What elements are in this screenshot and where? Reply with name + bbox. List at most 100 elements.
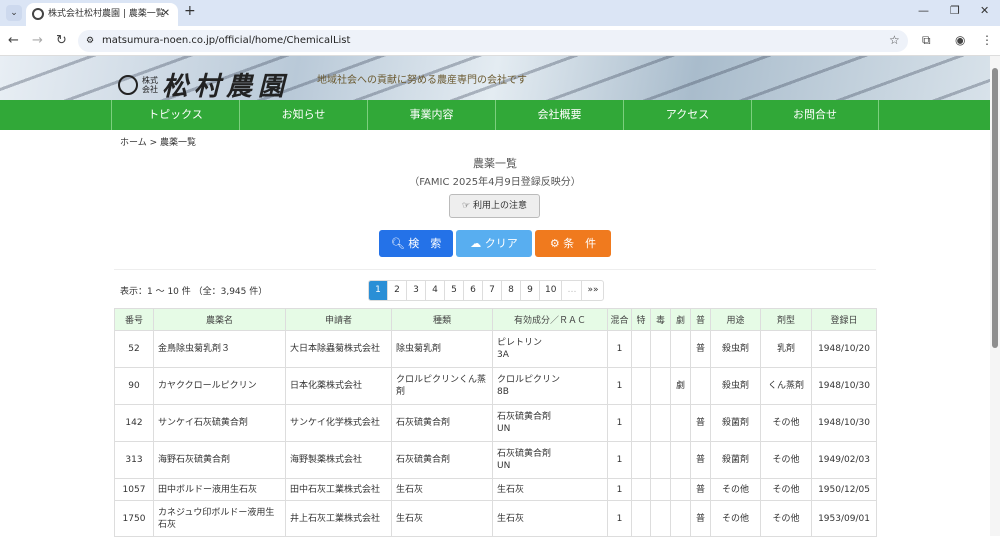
cell-ingredient: クロルピクリン 8B (492, 367, 608, 405)
cell-date-text: 1950/12/05 (818, 484, 870, 495)
cell-deleterious-text: 劇 (675, 381, 685, 391)
cell-rac: UN (497, 424, 511, 434)
cell-name[interactable]: カネジュウ印ボルドー液用生石灰 (153, 500, 286, 537)
table-row[interactable]: 90 カヤククロールピクリン 日本化薬株式会社 クロルピクリンくん蒸剤 クロルピクリン 8… (114, 367, 877, 405)
cell-name[interactable]: 田中ボルドー液用生石灰 (153, 478, 286, 501)
page-8[interactable]: 8 (502, 281, 521, 300)
table-row[interactable]: 142 サンケイ石灰硫黄合剤 サンケイ化学株式会社 石灰硫黄合剤 石灰硫黄合剤 UN 1 普殺… (114, 404, 877, 442)
cell-form: その他 (760, 441, 812, 479)
page-title: 農薬一覧 (473, 157, 517, 170)
browser-toolbar: ← → ↻ ⚙ matsumura-noen.co.jp/official/ho… (0, 26, 1000, 56)
tab-search-button[interactable]: ⌄ (6, 5, 22, 21)
browser-tab[interactable]: 株式会社松村農園 | 農薬一覧 ✕ (26, 3, 178, 26)
address-bar[interactable]: ⚙ matsumura-noen.co.jp/official/home/Che… (78, 30, 908, 52)
page-6[interactable]: 6 (464, 281, 483, 300)
site-info-icon[interactable]: ⚙ (86, 30, 94, 52)
nav-company[interactable]: 会社概要 (495, 100, 623, 130)
column-header: 用途 (710, 308, 761, 331)
cell-deleterious (670, 441, 691, 479)
scrollbar[interactable] (990, 56, 1000, 536)
bookmark-star-icon[interactable]: ☆ (889, 33, 900, 47)
cell-applicant: 海野製薬株式会社 (285, 441, 392, 479)
page-1[interactable]: 1 (369, 281, 388, 300)
cell-name[interactable]: 海野石灰硫黄合剤 (153, 441, 286, 479)
cell-poison (650, 367, 671, 405)
page-4[interactable]: 4 (426, 281, 445, 300)
cell-date: 1953/09/01 (811, 500, 877, 537)
table-row[interactable]: 52 金鳥除虫菊乳剤３ 大日本除蟲菊株式会社 除虫菊乳剤 ピレトリン 3A 1 普 殺虫剤 乳剤 1… (114, 330, 877, 368)
cell-mix-text: 1 (616, 381, 623, 391)
minimize-icon[interactable]: — (918, 4, 929, 17)
cell-applicant: 日本化薬株式会社 (285, 367, 392, 405)
page-7[interactable]: 7 (483, 281, 502, 300)
cell-name-text: カネジュウ印ボルドー液用生石灰 (158, 507, 275, 530)
cell-number: 1057 (114, 478, 154, 501)
cell-applicant-text: 日本化薬株式会社 (290, 381, 363, 391)
clear-button[interactable]: ☁ クリア (456, 230, 532, 257)
cell-number: 142 (114, 404, 154, 442)
cell-mix-text: 1 (616, 344, 623, 354)
column-header: 劇 (670, 308, 691, 331)
cell-name[interactable]: カヤククロールピクリン (153, 367, 286, 405)
nav-topics[interactable]: トピックス (111, 100, 239, 130)
cell-form-text: その他 (772, 513, 800, 524)
cell-date: 1949/02/03 (811, 441, 877, 479)
cell-ordinary: 普 (690, 330, 711, 368)
cell-applicant-text: 大日本除蟲菊株式会社 (290, 344, 381, 354)
tab-title: 株式会社松村農園 | 農薬一覧 (48, 9, 165, 19)
forward-icon[interactable]: → (32, 33, 43, 48)
nav-business[interactable]: 事業内容 (367, 100, 495, 130)
scrollbar-thumb[interactable] (992, 68, 998, 348)
page-2[interactable]: 2 (388, 281, 407, 300)
back-icon[interactable]: ← (8, 33, 19, 48)
close-window-icon[interactable]: ✕ (980, 4, 989, 17)
table-row[interactable]: 1057 田中ボルドー液用生石灰 田中石灰工業株式会社 生石灰 生石灰 1 普 その他 その他 1… (114, 478, 877, 501)
cell-form-text: 乳剤 (776, 344, 795, 354)
restore-icon[interactable]: ❐ (950, 4, 960, 17)
cell-mix-text: 1 (616, 455, 623, 465)
company-logo[interactable]: 株式会社 松村農園 (118, 66, 290, 100)
column-header: 普 (690, 308, 711, 331)
conditions-button[interactable]: ⚙ 条 件 (535, 230, 611, 257)
nav-access[interactable]: アクセス (623, 100, 751, 130)
cell-usage-text: 殺菌剤 (721, 418, 749, 428)
last-page[interactable]: »» (582, 281, 603, 300)
search-button[interactable]: 🔍︎ 検 索 (379, 230, 453, 257)
page-10[interactable]: 10 (540, 281, 563, 300)
close-tab-icon[interactable]: ✕ (162, 3, 170, 25)
cell-applicant-text: 田中石灰工業株式会社 (290, 484, 381, 495)
usage-notice-button[interactable]: ☞ 利用上の注意 (449, 194, 540, 218)
breadcrumb[interactable]: ホーム > 農薬一覧 (120, 135, 196, 148)
nav-news[interactable]: お知らせ (239, 100, 367, 130)
table-row[interactable]: 313 海野石灰硫黄合剤 海野製薬株式会社 石灰硫黄合剤 石灰硫黄合剤 UN 1 普殺菌剤 その… (114, 441, 877, 479)
column-header: 登録日 (811, 308, 877, 331)
reload-icon[interactable]: ↻ (56, 33, 67, 48)
cell-name[interactable]: 金鳥除虫菊乳剤３ (153, 330, 286, 368)
cell-name-text: 金鳥除虫菊乳剤３ (158, 344, 231, 354)
new-tab-icon[interactable]: + (184, 3, 196, 19)
cell-name[interactable]: サンケイ石灰硫黄合剤 (153, 404, 286, 442)
table-row[interactable]: 1750 カネジュウ印ボルドー液用生石灰 井上石灰工業株式会社 生石灰 生石灰 1 普 その他… (114, 500, 877, 537)
menu-icon[interactable]: ⋮ (981, 33, 993, 47)
cell-form: その他 (760, 404, 812, 442)
cell-date: 1948/10/30 (811, 367, 877, 405)
cell-mix: 1 (607, 500, 632, 537)
page-9[interactable]: 9 (521, 281, 540, 300)
cell-ingredient-text: 生石灰 (497, 484, 525, 495)
cell-name-text: カヤククロールピクリン (158, 381, 257, 391)
cell-mix-text: 1 (616, 418, 623, 428)
profile-icon[interactable]: ◉ (955, 33, 965, 47)
column-header: 特 (631, 308, 651, 331)
cell-name-text: 田中ボルドー液用生石灰 (158, 484, 258, 495)
column-header: 有効成分／ＲＡＣ (492, 308, 608, 331)
seal-icon (118, 74, 138, 95)
cell-type: 生石灰 (391, 478, 493, 501)
main-nav: トピックス お知らせ 事業内容 会社概要 アクセス お問合せ (0, 100, 990, 130)
cell-applicant: サンケイ化学株式会社 (285, 404, 392, 442)
column-header: 毒 (650, 308, 671, 331)
browser-tab-bar: ⌄ 株式会社松村農園 | 農薬一覧 ✕ + — ❐ ✕ (0, 0, 1000, 26)
nav-contact[interactable]: お問合せ (751, 100, 879, 130)
extensions-icon[interactable]: ⧉ (922, 33, 931, 48)
page-5[interactable]: 5 (445, 281, 464, 300)
page-3[interactable]: 3 (407, 281, 426, 300)
